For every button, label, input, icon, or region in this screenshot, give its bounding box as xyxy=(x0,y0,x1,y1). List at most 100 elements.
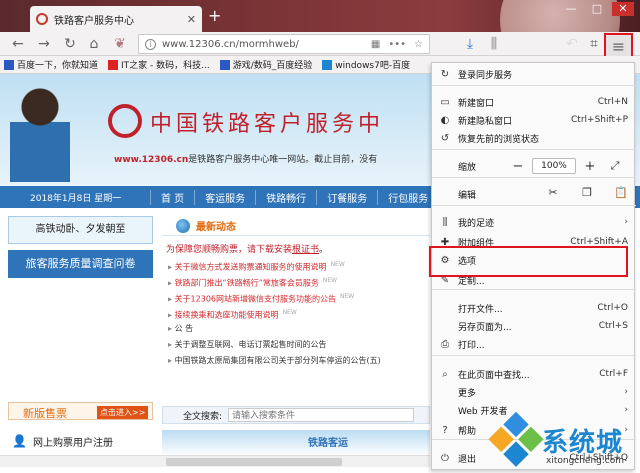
user-icon: 👤 xyxy=(12,434,27,448)
qr-code-icon[interactable]: ▦ xyxy=(371,39,380,50)
globe-icon xyxy=(176,218,190,233)
site-nav-item[interactable]: 订餐服务 xyxy=(316,189,377,205)
root-certificate-link[interactable]: 根证书 xyxy=(292,245,319,255)
menu-item-print[interactable]: ⎙ 打印... xyxy=(432,335,636,353)
library-toolbar-icon[interactable]: ⫼ xyxy=(484,35,504,53)
menu-separator xyxy=(432,289,636,290)
tab-12306[interactable]: 铁路客户服务中心 ✕ xyxy=(30,6,202,32)
bookmark-item[interactable]: IT之家 - 数码，科技... xyxy=(108,58,210,71)
menu-separator xyxy=(432,355,636,356)
site-search: 全文搜索: xyxy=(162,406,430,424)
site-info-icon[interactable]: i xyxy=(145,38,156,50)
address-bar[interactable]: i www.12306.cn/mormhweb/ ▦ ••• ☆ xyxy=(138,34,430,54)
news-item[interactable]: ▸ 铁路部门推出“铁路畅行”常旅客会员服务 NEW xyxy=(162,273,430,289)
menu-item-label: 登录同步服务 xyxy=(458,70,513,81)
menu-item-private[interactable]: ◐ 新建隐私窗口 Ctrl+Shift+P xyxy=(432,111,636,129)
menu-item-label: 更多 xyxy=(458,388,477,399)
menu-item-dev[interactable]: Web 开发者 › xyxy=(432,401,636,419)
news-item[interactable]: ▸ 关于微信方式发送购票通知服务的使用说明 NEW xyxy=(162,257,430,273)
menu-item-sync[interactable]: ↻ 登录同步服务 xyxy=(432,65,636,83)
high-speed-sleeper-link[interactable]: 高铁动卧、夕发朝至 xyxy=(8,216,153,244)
bookmark-label: windows7吧-百度 xyxy=(335,61,411,71)
address-value[interactable]: www.12306.cn/mormhweb/ xyxy=(162,39,363,50)
copy-icon[interactable]: ❐ xyxy=(570,186,604,199)
news-item[interactable]: ▸ 关于调整互联网、电话订票起售时间的公告 xyxy=(162,337,430,353)
close-button[interactable]: ✕ xyxy=(612,2,634,16)
news-item-text: 关于微信方式发送购票通知服务的使用说明 xyxy=(174,262,327,272)
bookmark-item[interactable]: windows7吧-百度 xyxy=(322,58,410,71)
train-caption: 铁路客运 xyxy=(308,438,348,449)
register-label: 网上购票用户注册 xyxy=(32,437,113,449)
tab-close-icon[interactable]: ✕ xyxy=(187,13,196,26)
site-nav-item[interactable]: 铁路畅行 xyxy=(255,189,316,205)
app-menu: ↻ 登录同步服务 ▭ 新建窗口 Ctrl+N ◐ 新建隐私窗口 Ctrl+Shift+P ↺ 恢复… xyxy=(429,62,638,470)
railway-favicon-icon xyxy=(36,13,48,25)
news-item[interactable]: ▸ 中国铁路太原局集团有限公司关于部分列车停运的公告(五) xyxy=(162,353,430,369)
bookmark-item[interactable]: 百度一下，你就知道 xyxy=(4,58,98,71)
survey-link[interactable]: 旅客服务质量调查问卷 xyxy=(8,250,153,278)
news-item[interactable]: ▸ 公 告 xyxy=(162,321,430,337)
paste-icon[interactable]: 📋 xyxy=(604,186,638,199)
submenu-arrow-icon: › xyxy=(624,405,628,415)
bookmark-label: IT之家 - 数码，科技... xyxy=(121,61,210,71)
new-tab-button[interactable]: + xyxy=(208,8,221,24)
cut-icon[interactable]: ✂ xyxy=(536,186,570,199)
menu-item-more[interactable]: 更多 › xyxy=(432,383,636,401)
new-badge: NEW xyxy=(330,261,345,268)
site-nav-item[interactable]: 首 页 xyxy=(150,189,194,205)
page-actions-icon[interactable]: ••• xyxy=(388,39,406,50)
site-nav-item[interactable]: 客运服务 xyxy=(194,189,255,205)
home-icon[interactable]: ⌂ xyxy=(84,35,104,53)
maximize-button[interactable]: □ xyxy=(586,2,608,16)
library-icon: ⫼ xyxy=(442,216,448,228)
bookmark-star-icon[interactable]: ☆ xyxy=(414,39,423,50)
search-input[interactable] xyxy=(228,408,415,422)
watermark-logo-icon xyxy=(488,411,545,469)
news-item[interactable]: ▸ 关于12306网站新增微信支付服务功能的公告 NEW xyxy=(162,289,430,305)
news-item[interactable]: ▸ 接续换乘和选座功能使用说明 NEW xyxy=(162,305,430,321)
horizontal-scrollbar[interactable] xyxy=(0,455,430,467)
menu-item-label: 打开文件... xyxy=(458,304,503,315)
zoom-controls: − 100% + ⤢ xyxy=(504,157,626,175)
options-highlight-box xyxy=(429,246,628,277)
zoom-in-button[interactable]: + xyxy=(576,159,604,174)
download-icon[interactable]: ⤓ xyxy=(460,35,480,53)
reload-icon[interactable]: ↻ xyxy=(60,35,80,53)
watermark: 系统城 xitongcheng.com xyxy=(488,411,640,473)
register-link[interactable]: 👤 网上购票用户注册 xyxy=(8,430,153,452)
current-date: 2018年1月8日 星期一 xyxy=(30,193,122,204)
site-name: 中国铁路客户服务中 xyxy=(150,112,385,137)
menu-separator xyxy=(432,177,636,178)
menu-shortcut: Ctrl+O xyxy=(597,303,628,313)
paw-icon xyxy=(219,59,230,70)
menu-item-window[interactable]: ▭ 新建窗口 Ctrl+N xyxy=(432,93,636,111)
site-nav-item[interactable]: 行包服务 xyxy=(377,189,438,205)
menu-item-search[interactable]: ⌕ 在此页面中查找... Ctrl+F xyxy=(432,365,636,383)
print-icon: ⎙ xyxy=(441,338,449,350)
title-bar: 铁路客户服务中心 ✕ + — □ ✕ xyxy=(0,0,640,80)
submenu-arrow-icon: › xyxy=(624,387,628,397)
menu-item-label: 在此页面中查找... xyxy=(458,370,530,381)
private-icon: ◐ xyxy=(440,114,450,126)
menu-item-restore[interactable]: ↺ 恢复先前的浏览状态 xyxy=(432,129,636,147)
crop-icon[interactable]: ⌗ xyxy=(584,35,604,53)
new-badge: NEW xyxy=(340,293,355,300)
menu-item-library[interactable]: ⫼ 我的足迹 › xyxy=(432,213,636,231)
zoom-out-button[interactable]: − xyxy=(504,159,532,174)
undo-icon[interactable]: ↶ xyxy=(562,35,582,53)
zoom-value[interactable]: 100% xyxy=(532,158,576,174)
menu-item-open-file[interactable]: 打开文件... Ctrl+O xyxy=(432,299,636,317)
help-icon: ? xyxy=(442,424,448,436)
forward-arrow-icon[interactable]: → xyxy=(34,35,54,53)
fullscreen-icon[interactable]: ⤢ xyxy=(604,159,626,173)
restore-icon: ↺ xyxy=(440,132,450,144)
menu-item-save[interactable]: 另存页面为... Ctrl+S xyxy=(432,317,636,335)
back-arrow-icon[interactable]: ← xyxy=(8,35,28,53)
news-title: 最新动态 xyxy=(196,222,236,233)
news-item-text: 接续换乘和选座功能使用说明 xyxy=(174,310,279,320)
enter-ticketing-button[interactable]: 点击进入>> xyxy=(97,406,149,419)
slogan-url: www.12306.cn xyxy=(114,155,189,165)
scroll-thumb[interactable] xyxy=(166,458,342,466)
bookmark-item[interactable]: 游戏/数码_百度经验 xyxy=(219,58,312,71)
minimize-button[interactable]: — xyxy=(560,2,582,16)
